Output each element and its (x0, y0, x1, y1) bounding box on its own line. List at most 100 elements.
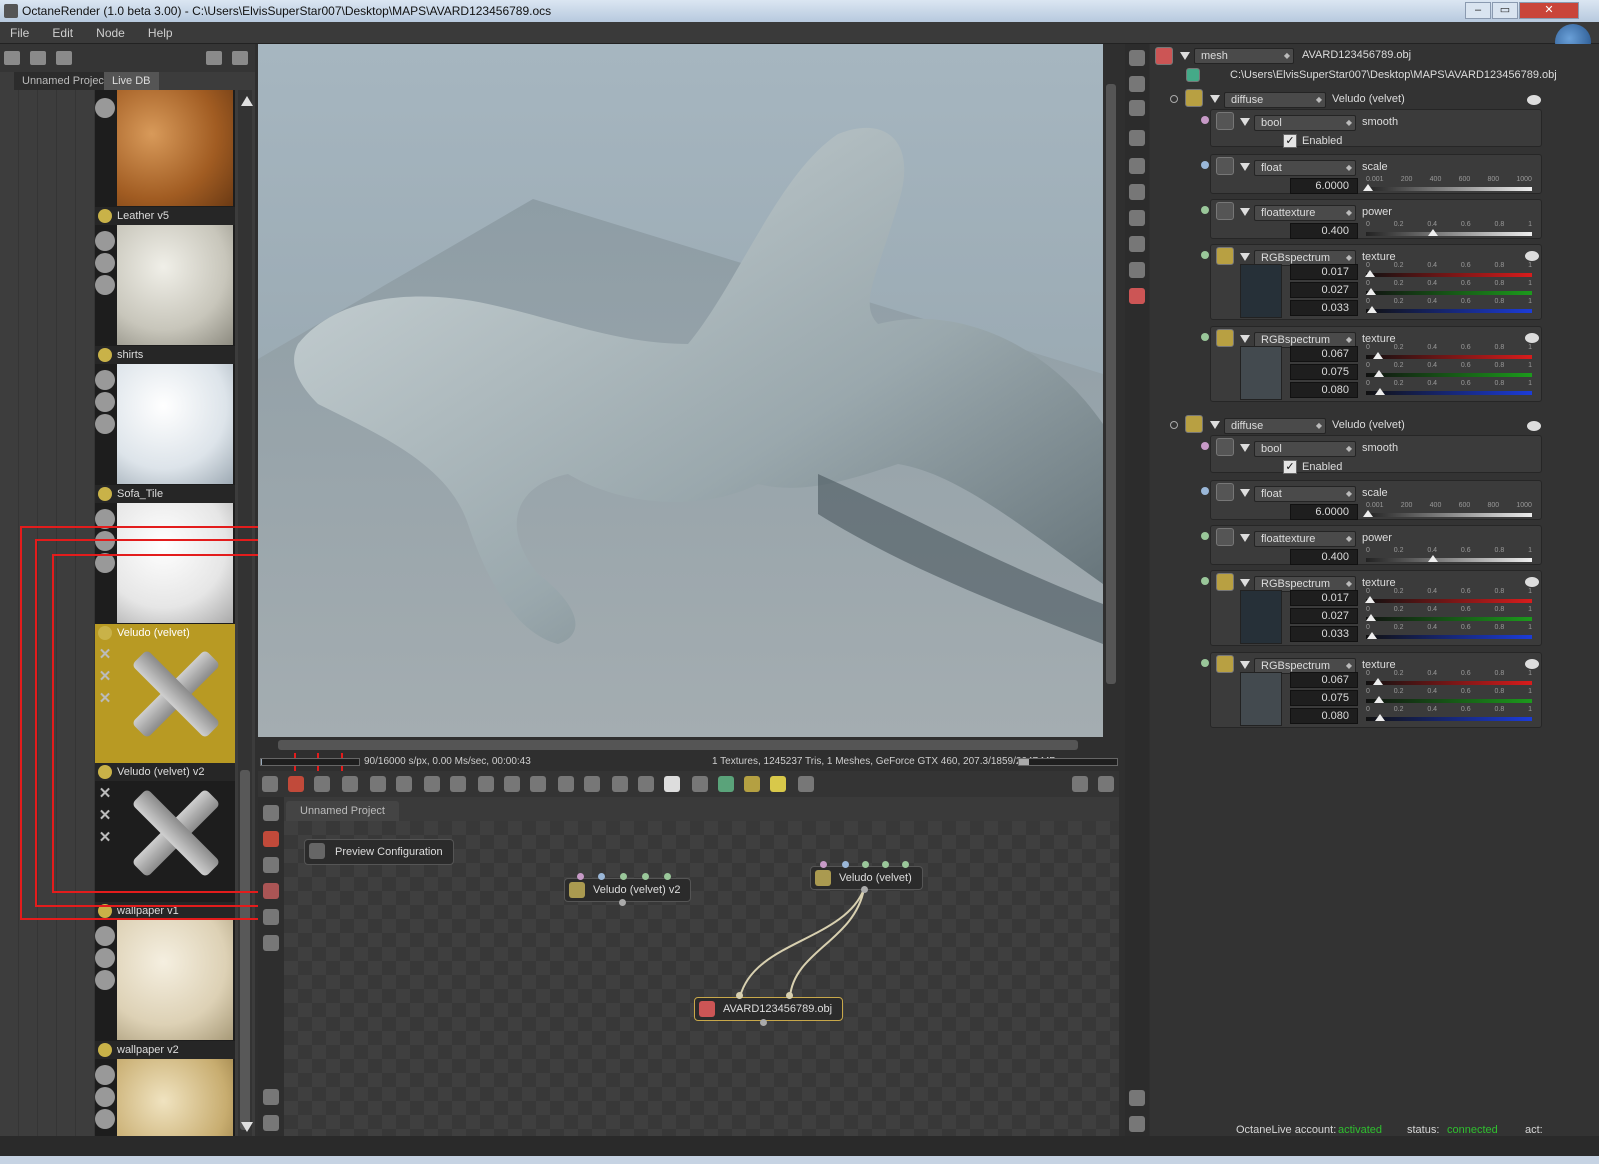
region-render-icon[interactable] (450, 776, 466, 792)
channel-slider[interactable]: 0 0.2 0.4 0.6 0.8 1 (1366, 280, 1532, 296)
node-output-pin[interactable] (619, 899, 626, 906)
node-input-pin[interactable] (862, 861, 869, 868)
node-input-pin[interactable] (902, 861, 909, 868)
fullscreen-icon[interactable] (1129, 1116, 1145, 1132)
slider-handle[interactable] (1366, 288, 1376, 295)
list-item[interactable] (95, 90, 235, 207)
slider-handle[interactable] (1367, 632, 1377, 639)
input-pin-icon[interactable] (1201, 532, 1209, 540)
channel-slider[interactable]: 0 0.2 0.4 0.6 0.8 1 (1366, 344, 1532, 360)
slider-handle[interactable] (1375, 388, 1385, 395)
input-pin-icon[interactable] (1201, 161, 1209, 169)
node-mesh[interactable]: AVARD123456789.obj (694, 997, 844, 1021)
layers-icon[interactable] (1129, 76, 1145, 92)
checker-icon[interactable] (638, 776, 654, 792)
delete-node-icon[interactable] (263, 831, 279, 847)
maximize-button[interactable]: ▭ (1492, 2, 1518, 19)
channel-value-field[interactable]: 0.027 (1290, 608, 1358, 624)
list-icon[interactable] (56, 51, 72, 65)
visibility-eye-icon[interactable] (1525, 577, 1539, 587)
collapse-arrow-icon[interactable] (1240, 444, 1250, 452)
stop-render-icon[interactable] (288, 776, 304, 792)
node-input-pin[interactable] (620, 873, 627, 880)
power-slider[interactable]: 0 0.2 0.4 0.6 0.8 1 (1366, 547, 1532, 563)
preview-configuration-button[interactable]: Preview Configuration (304, 839, 454, 865)
channel-value-field[interactable]: 0.033 (1290, 300, 1358, 316)
node-canvas[interactable]: Preview Configuration Veludo (velvet) v2… (284, 821, 1119, 1136)
scale-slider[interactable]: 0.001 200 400 600 800 1000 (1363, 502, 1532, 518)
node-type-select[interactable]: bool (1254, 441, 1356, 457)
tidy-nodes-icon[interactable] (263, 805, 279, 821)
slider-handle[interactable] (1365, 270, 1375, 277)
export-icon[interactable] (744, 776, 760, 792)
scale-slider[interactable]: 0.001 200 400 600 800 1000 (1363, 176, 1532, 192)
pick-object-icon[interactable] (530, 776, 546, 792)
scroll-up-arrow-icon[interactable] (241, 96, 253, 106)
node-input-pin[interactable] (736, 992, 743, 999)
visibility-eye-icon[interactable] (1525, 659, 1539, 669)
copy-icon[interactable] (692, 776, 708, 792)
minimize-button[interactable]: – (1465, 2, 1491, 19)
power-value-field[interactable]: 0.400 (1290, 223, 1358, 239)
slider-handle[interactable] (1366, 614, 1376, 621)
channel-slider[interactable]: 0 0.2 0.4 0.6 0.8 1 (1365, 588, 1532, 604)
input-pin-icon[interactable] (1201, 333, 1209, 341)
collapse-arrow-icon[interactable] (1240, 579, 1250, 587)
input-pin-icon[interactable] (1201, 206, 1209, 214)
texture-node-icon[interactable] (263, 909, 279, 925)
channel-value-field[interactable]: 0.027 (1290, 282, 1358, 298)
fullscreen-icon[interactable] (263, 1115, 279, 1131)
node-input-pin[interactable] (820, 861, 827, 868)
slider-handle[interactable] (1373, 678, 1383, 685)
tab-live-db[interactable]: Live DB (104, 72, 159, 90)
file-icon[interactable] (1186, 68, 1200, 82)
camera-node-icon[interactable] (263, 935, 279, 951)
visibility-eye-icon[interactable] (1527, 421, 1541, 431)
fullscreen-icon[interactable] (1098, 776, 1114, 792)
node-input-pin[interactable] (577, 873, 584, 880)
scale-value-field[interactable]: 6.0000 (1290, 504, 1358, 520)
color-swatch[interactable] (1240, 590, 1282, 644)
channel-slider[interactable]: 0 0.2 0.4 0.6 0.8 1 (1366, 706, 1532, 722)
channel-slider[interactable]: 0 0.2 0.4 0.6 0.8 1 (1366, 298, 1532, 314)
wrench-icon[interactable] (206, 51, 222, 65)
slider-handle[interactable] (1374, 696, 1384, 703)
channel-value-field[interactable]: 0.067 (1290, 672, 1358, 688)
pick-focus-icon[interactable] (424, 776, 440, 792)
picture-icon[interactable] (1129, 236, 1145, 252)
node-type-select[interactable]: float (1254, 160, 1356, 176)
node-input-pin[interactable] (842, 861, 849, 868)
slider-handle[interactable] (1363, 510, 1373, 517)
node-input-pin[interactable] (786, 992, 793, 999)
wrench-icon[interactable] (263, 1089, 279, 1105)
import-icon[interactable] (718, 776, 734, 792)
image-icon[interactable] (1129, 130, 1145, 146)
color-swatch[interactable] (1240, 672, 1282, 726)
add-node-icon[interactable] (263, 857, 279, 873)
channel-slider[interactable]: 0 0.2 0.4 0.6 0.8 1 (1366, 606, 1532, 622)
menu-node[interactable]: Node (86, 22, 135, 44)
display-icon[interactable] (664, 776, 680, 792)
channel-slider[interactable]: 0 0.2 0.4 0.6 0.8 1 (1366, 362, 1532, 378)
node-type-select[interactable]: float (1254, 486, 1356, 502)
menu-file[interactable]: File (0, 22, 39, 44)
list-item[interactable]: wallpaper v1 (95, 902, 235, 1041)
slider-handle[interactable] (1375, 714, 1385, 721)
input-pin-icon[interactable] (1201, 116, 1209, 124)
channel-value-field[interactable]: 0.067 (1290, 346, 1358, 362)
node-output-pin[interactable] (760, 1019, 767, 1026)
pick-material-icon[interactable] (504, 776, 520, 792)
play-icon[interactable] (396, 776, 412, 792)
node-type-select[interactable]: bool (1254, 115, 1356, 131)
lock-icon[interactable] (584, 776, 600, 792)
light-icon[interactable] (770, 776, 786, 792)
input-pin-icon[interactable] (1201, 251, 1209, 259)
collapse-arrow-icon[interactable] (1240, 661, 1250, 669)
environment-icon[interactable] (1129, 158, 1145, 174)
close-button[interactable]: ✕ (1519, 2, 1579, 19)
material-pin-icon[interactable] (1170, 421, 1178, 429)
visibility-eye-icon[interactable] (1527, 95, 1541, 105)
channel-value-field[interactable]: 0.017 (1290, 264, 1358, 280)
kernel-icon[interactable] (1129, 210, 1145, 226)
pause-icon[interactable] (370, 776, 386, 792)
